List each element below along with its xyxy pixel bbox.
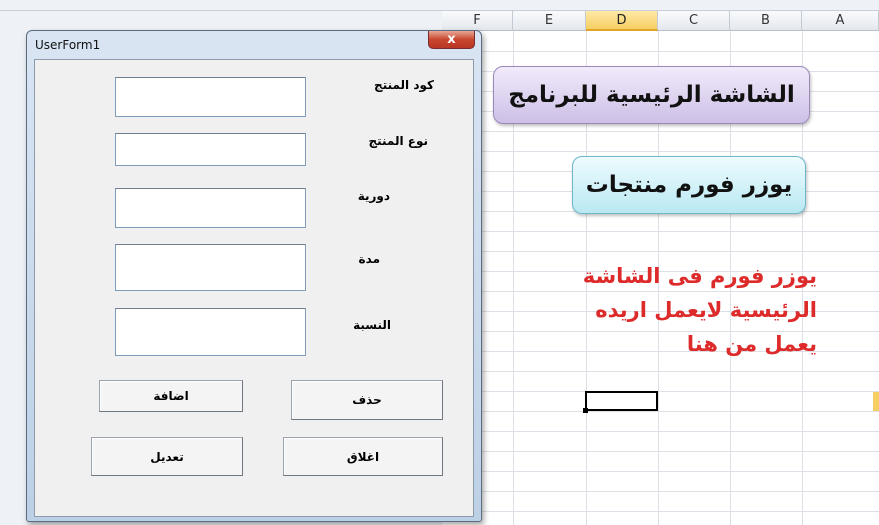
worksheet[interactable]: F E D C B A الشاشة الرئيسية للبرنامج يوز… bbox=[442, 11, 879, 525]
userform-products-shape[interactable]: يوزر فورم منتجات bbox=[572, 156, 806, 214]
active-row-marker bbox=[873, 392, 879, 411]
note-line-3: يعمل من هنا bbox=[686, 332, 817, 356]
column-header-e[interactable]: E bbox=[513, 11, 586, 31]
selected-cell[interactable] bbox=[585, 391, 658, 411]
periodicity-input[interactable] bbox=[115, 188, 306, 228]
grid-row-line bbox=[442, 471, 879, 472]
main-screen-label: الشاشة الرئيسية للبرنامج bbox=[508, 82, 795, 108]
main-screen-shape[interactable]: الشاشة الرئيسية للبرنامج bbox=[493, 66, 810, 124]
close-icon[interactable]: x bbox=[428, 31, 475, 49]
grid-row-line bbox=[442, 411, 879, 412]
ribbon-strip bbox=[0, 0, 879, 11]
close-glyph: x bbox=[447, 32, 456, 47]
grid-row-line bbox=[442, 251, 879, 252]
grid-row-line bbox=[442, 51, 879, 52]
grid-row-line bbox=[442, 431, 879, 432]
userform-products-label: يوزر فورم منتجات bbox=[585, 172, 793, 198]
grid-row-line bbox=[442, 131, 879, 132]
fill-handle[interactable] bbox=[583, 408, 588, 413]
userform-client: كود المنتج نوع المنتج دورية مدة النسبة ا… bbox=[34, 59, 474, 517]
column-header-b[interactable]: B bbox=[730, 11, 802, 31]
label-percentage: النسبة bbox=[353, 318, 391, 332]
column-header-f[interactable]: F bbox=[442, 11, 513, 31]
percentage-input[interactable] bbox=[115, 308, 306, 356]
grid-row-line bbox=[442, 451, 879, 452]
grid-row-line bbox=[442, 511, 879, 512]
label-product-code: كود المنتج bbox=[374, 78, 434, 92]
delete-button[interactable]: حذف bbox=[291, 380, 443, 420]
duration-input[interactable] bbox=[115, 244, 306, 291]
note-line-2: الرئيسية لايعمل اريده bbox=[595, 298, 817, 322]
add-button[interactable]: اضافة bbox=[99, 380, 243, 412]
product-type-input[interactable] bbox=[115, 133, 306, 166]
grid-row-line bbox=[442, 491, 879, 492]
edit-button[interactable]: تعديل bbox=[91, 437, 243, 476]
window-title: UserForm1 bbox=[35, 38, 101, 52]
column-header-a[interactable]: A bbox=[802, 11, 879, 31]
userform-titlebar[interactable]: UserForm1 x bbox=[27, 31, 481, 57]
grid-row-line bbox=[442, 391, 879, 392]
note-line-1: يوزر فورم فى الشاشة bbox=[582, 264, 817, 288]
grid-row-line bbox=[442, 231, 879, 232]
label-product-type: نوع المنتج bbox=[368, 134, 428, 148]
note-text: يوزر فورم فى الشاشة الرئيسية لايعمل اريد… bbox=[562, 259, 817, 361]
label-periodicity: دورية bbox=[357, 189, 390, 203]
close-form-button[interactable]: اغلاق bbox=[283, 437, 443, 476]
product-code-input[interactable] bbox=[115, 77, 306, 117]
userform-window[interactable]: UserForm1 x كود المنتج نوع المنتج دورية … bbox=[26, 30, 482, 522]
label-duration: مدة bbox=[358, 252, 380, 266]
column-header-c[interactable]: C bbox=[658, 11, 730, 31]
column-header-d[interactable]: D bbox=[586, 11, 658, 31]
grid-row-line bbox=[442, 371, 879, 372]
grid-row-line bbox=[442, 151, 879, 152]
